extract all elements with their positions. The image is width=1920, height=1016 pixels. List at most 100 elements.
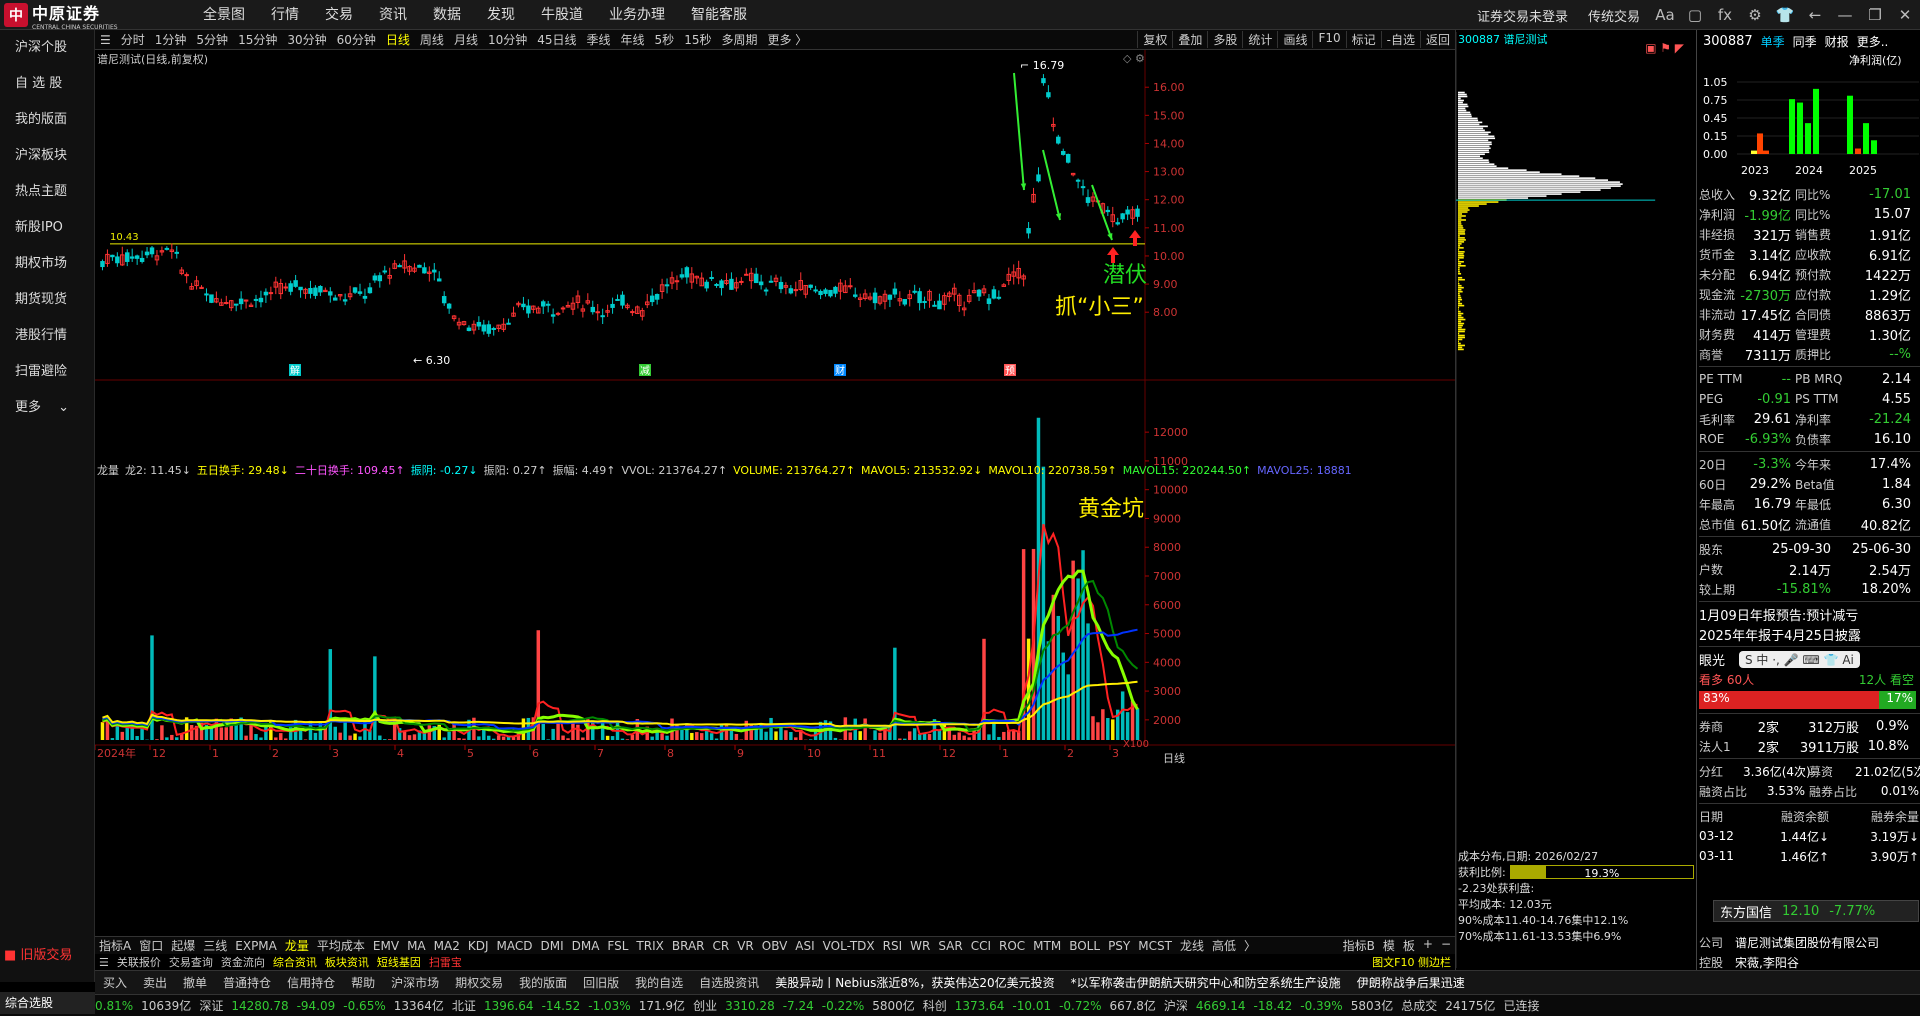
indicator-tab-4[interactable]: EXPMA — [231, 939, 281, 953]
back-icon[interactable]: ← — [1800, 6, 1830, 24]
tab-right-1[interactable]: 模 — [1379, 937, 1399, 954]
comprehensive-stock-picker[interactable]: 综合选股 — [0, 992, 95, 1014]
link-0[interactable]: 关联报价 — [113, 954, 165, 970]
top-menu-item-2[interactable]: 交易 — [312, 0, 366, 30]
login-status[interactable]: 证券交易未登录 — [1467, 6, 1578, 25]
indicator-tab-1[interactable]: 窗口 — [135, 937, 167, 954]
period-9[interactable]: 10分钟 — [483, 31, 532, 48]
sidebar-item-3[interactable]: 沪深板块 — [0, 138, 94, 174]
bottom-item-2[interactable]: 撤单 — [175, 974, 215, 991]
indicator-tab-18[interactable]: VR — [733, 939, 758, 953]
restore-icon[interactable]: ❐ — [1860, 6, 1890, 24]
indicator-tab-5[interactable]: 龙量 — [281, 937, 313, 954]
sidebar-item-2[interactable]: 我的版面 — [0, 102, 94, 138]
bottom-item-10[interactable]: 我的自选 — [627, 974, 691, 991]
sidebar-item-5[interactable]: 新股IPO — [0, 210, 94, 246]
period-6[interactable]: 日线 — [381, 31, 415, 48]
menu-icon[interactable]: ☰ — [95, 33, 116, 47]
sidebar-item-8[interactable]: 港股行情 — [0, 318, 94, 354]
indicator-tab-19[interactable]: OBV — [758, 939, 792, 953]
indicator-tab-8[interactable]: MA — [403, 939, 430, 953]
tab-right-3[interactable]: + — [1419, 937, 1437, 954]
list-icon[interactable]: ☰ — [95, 956, 113, 969]
link-1[interactable]: 交易查询 — [165, 954, 217, 970]
chart-tool-1[interactable]: 叠加 — [1172, 31, 1207, 48]
bottom-item-14[interactable]: 伊朗称战争后果迅速 — [1349, 974, 1473, 991]
gear-icon[interactable]: ⚙ — [1740, 6, 1770, 24]
chart-tool-3[interactable]: 统计 — [1242, 31, 1277, 48]
top-menu-item-3[interactable]: 资讯 — [366, 0, 420, 30]
chart-tool-2[interactable]: 多股 — [1207, 31, 1242, 48]
kline-chart[interactable]: 16.0015.0014.0013.0012.0011.0010.009.008… — [95, 50, 1455, 930]
indicator-tab-11[interactable]: MACD — [492, 939, 536, 953]
sidebar-item-10[interactable]: 更多 ⌄ — [0, 390, 94, 426]
chart-tool-4[interactable]: 画线 — [1277, 31, 1312, 48]
indicator-tab-6[interactable]: 平均成本 — [313, 937, 369, 954]
bottom-item-11[interactable]: 自选股资讯 — [691, 974, 767, 991]
indicator-tab-27[interactable]: MTM — [1029, 939, 1065, 953]
chart-tool-0[interactable]: 复权 — [1137, 31, 1172, 48]
tab-right-2[interactable]: 板 — [1399, 937, 1419, 954]
bottom-item-3[interactable]: 普通持仓 — [215, 974, 279, 991]
shirt-icon[interactable]: 👕 — [1770, 6, 1800, 24]
indicator-tab-29[interactable]: PSY — [1104, 939, 1134, 953]
f10-sidebar-link[interactable]: 图文F10 侧边栏 — [1368, 954, 1455, 970]
top-menu-item-0[interactable]: 全景图 — [190, 0, 258, 30]
rpanel-tab-1[interactable]: 同季 — [1793, 33, 1817, 50]
bottom-item-0[interactable]: 买入 — [95, 974, 135, 991]
period-5[interactable]: 60分钟 — [332, 31, 381, 48]
bottom-item-4[interactable]: 信用持仓 — [279, 974, 343, 991]
period-7[interactable]: 周线 — [415, 31, 449, 48]
indicator-tab-9[interactable]: MA2 — [430, 939, 464, 953]
period-8[interactable]: 月线 — [449, 31, 483, 48]
period-2[interactable]: 5分钟 — [191, 31, 233, 48]
indicator-tab-14[interactable]: FSL — [603, 939, 632, 953]
rpanel-tab-3[interactable]: 更多.. — [1857, 33, 1889, 50]
chart-tool-5[interactable]: F10 — [1312, 31, 1345, 48]
sidebar-item-7[interactable]: 期货现货 — [0, 282, 94, 318]
indicator-tab-3[interactable]: 三线 — [199, 937, 231, 954]
minimize-icon[interactable]: — — [1830, 6, 1860, 24]
top-menu-item-6[interactable]: 牛股道 — [528, 0, 596, 30]
indicator-tab-13[interactable]: DMA — [568, 939, 604, 953]
period-0[interactable]: 分时 — [116, 31, 150, 48]
ime-toolbar[interactable]: S 中 ·, 🎤 ⌨ 👕 Ai — [1739, 651, 1860, 668]
top-menu-item-8[interactable]: 智能客服 — [678, 0, 760, 30]
chart-tool-6[interactable]: 标记 — [1346, 31, 1381, 48]
rpanel-tab-2[interactable]: 财报 — [1825, 33, 1849, 50]
period-10[interactable]: 45日线 — [532, 31, 581, 48]
window-icon[interactable]: ▢ — [1680, 6, 1710, 24]
period-4[interactable]: 30分钟 — [282, 31, 331, 48]
sidebar-item-0[interactable]: 沪深个股 — [0, 30, 94, 66]
chart-tool-7[interactable]: -自选 — [1381, 31, 1420, 48]
bottom-item-6[interactable]: 沪深市场 — [383, 974, 447, 991]
period-14[interactable]: 15秒 — [679, 31, 716, 48]
link-5[interactable]: 短线基因 — [373, 954, 425, 970]
chart-tool-8[interactable]: 返回 — [1420, 31, 1455, 48]
indicator-tab-31[interactable]: 龙线 — [1176, 937, 1208, 954]
period-12[interactable]: 年线 — [616, 31, 650, 48]
period-3[interactable]: 15分钟 — [233, 31, 282, 48]
bottom-item-8[interactable]: 我的版面 — [511, 974, 575, 991]
link-4[interactable]: 板块资讯 — [321, 954, 373, 970]
indicator-tab-10[interactable]: KDJ — [464, 939, 493, 953]
indicator-tab-16[interactable]: BRAR — [668, 939, 709, 953]
close-icon[interactable]: ✕ — [1890, 6, 1920, 24]
old-version-trade[interactable]: ■ 旧版交易 — [4, 944, 72, 963]
top-menu-item-7[interactable]: 业务办理 — [596, 0, 678, 30]
link-3[interactable]: 综合资讯 — [269, 954, 321, 970]
indicator-tab-33[interactable]: 〉 — [1240, 937, 1260, 954]
indicator-tab-24[interactable]: SAR — [934, 939, 966, 953]
top-menu-item-4[interactable]: 数据 — [420, 0, 474, 30]
period-1[interactable]: 1分钟 — [150, 31, 192, 48]
tab-right-0[interactable]: 指标B — [1339, 937, 1379, 954]
period-13[interactable]: 5秒 — [650, 31, 680, 48]
indicator-tab-22[interactable]: RSI — [879, 939, 907, 953]
top-menu-item-1[interactable]: 行情 — [258, 0, 312, 30]
notice-1[interactable]: 1月09日年报预告:预计减亏 — [1699, 604, 1920, 624]
indicator-tab-17[interactable]: CR — [709, 939, 734, 953]
link-6[interactable]: 扫雷宝 — [425, 954, 466, 970]
indicator-tab-32[interactable]: 高低 — [1208, 937, 1240, 954]
traditional-trade-button[interactable]: 传统交易 — [1578, 6, 1650, 25]
indicator-tab-15[interactable]: TRIX — [632, 939, 667, 953]
